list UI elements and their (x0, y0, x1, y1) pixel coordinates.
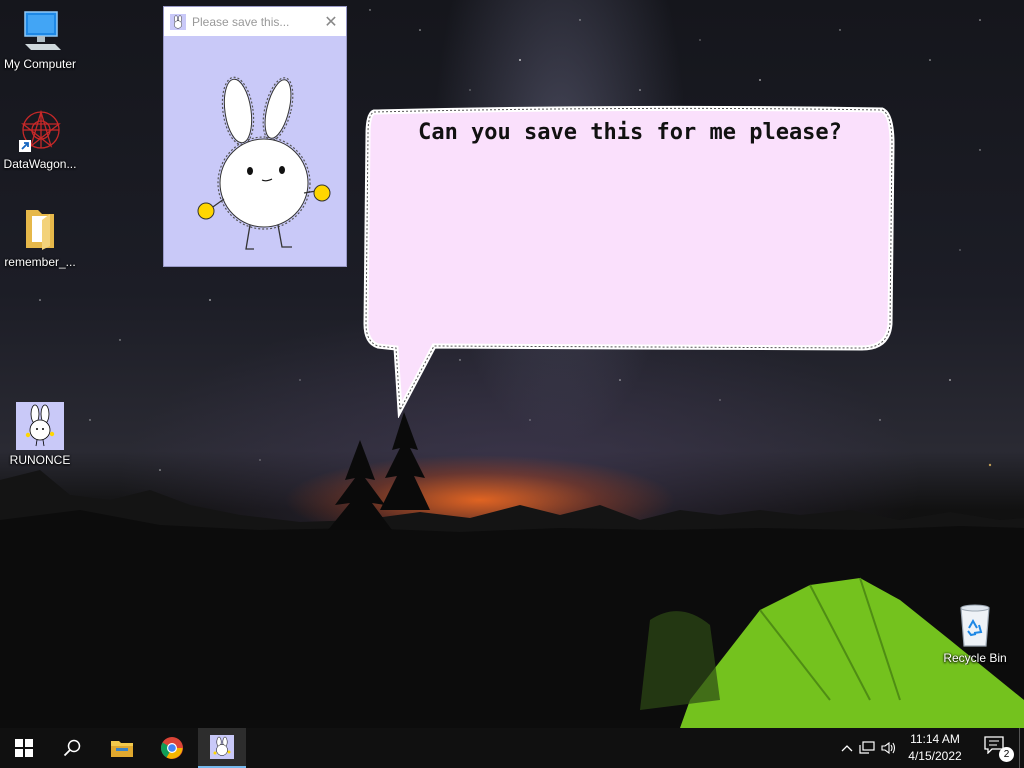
window-titlebar[interactable]: Please save this... ✕ (164, 7, 346, 36)
desktop-icon-label: RUNONCE (9, 453, 71, 467)
chevron-up-icon[interactable] (838, 744, 856, 752)
clock-time: 11:14 AM (910, 732, 960, 746)
desktop-icon-remember[interactable]: remember_... (0, 206, 80, 269)
search-icon (63, 739, 81, 757)
start-button[interactable] (0, 728, 48, 768)
computer-icon (24, 11, 61, 50)
action-center-button[interactable]: 2 (984, 736, 1014, 762)
windows-logo-icon (15, 739, 33, 757)
clock[interactable]: 11:14 AM 4/15/2022 (904, 731, 966, 765)
bunny-character-image (197, 76, 331, 250)
system-tray (838, 728, 900, 768)
window-title: Please save this... (192, 14, 290, 29)
speech-bubble: Can you save this for me please? (362, 104, 898, 418)
taskbar-file-explorer[interactable] (98, 728, 146, 768)
desktop-icon-label: DataWagon... (3, 157, 77, 171)
bunny-app-icon (16, 402, 64, 450)
desktop-icon-my-computer[interactable]: My Computer (0, 10, 80, 71)
speech-bubble-text: Can you save this for me please? (418, 120, 842, 145)
network-icon[interactable] (856, 741, 878, 755)
desktop-icon-runonce[interactable]: RUNONCE (0, 402, 80, 467)
close-button[interactable]: ✕ (316, 7, 346, 36)
show-desktop-button[interactable] (1019, 728, 1024, 768)
datawagon-shortcut-icon (19, 109, 61, 152)
desktop-icon-recycle-bin[interactable]: Recycle Bin (935, 602, 1015, 665)
desktop-icon-label: remember_... (4, 255, 76, 269)
taskbar: 11:14 AM 4/15/2022 2 (0, 728, 1024, 768)
search-button[interactable] (48, 728, 96, 768)
recycle-bin-icon (960, 604, 990, 647)
desktop: My Computer DataWagon... remember_... RU… (0, 0, 1024, 728)
notification-count-badge: 2 (999, 747, 1014, 762)
clock-date: 4/15/2022 (908, 749, 962, 763)
volume-icon[interactable] (878, 741, 900, 755)
desktop-icon-label: Recycle Bin (943, 651, 1007, 665)
taskbar-chrome[interactable] (148, 728, 196, 768)
folder-icon (26, 210, 54, 250)
chrome-icon (161, 737, 183, 759)
bunny-window[interactable]: Please save this... ✕ (163, 6, 347, 267)
folder-icon (111, 741, 133, 757)
bunny-app-icon (210, 735, 234, 759)
desktop-icon-datawagon[interactable]: DataWagon... (0, 108, 80, 171)
speech-bubble-shape (363, 105, 895, 418)
desktop-icon-label: My Computer (3, 57, 77, 71)
taskbar-runonce[interactable] (198, 728, 246, 768)
bunny-app-icon (170, 13, 186, 30)
